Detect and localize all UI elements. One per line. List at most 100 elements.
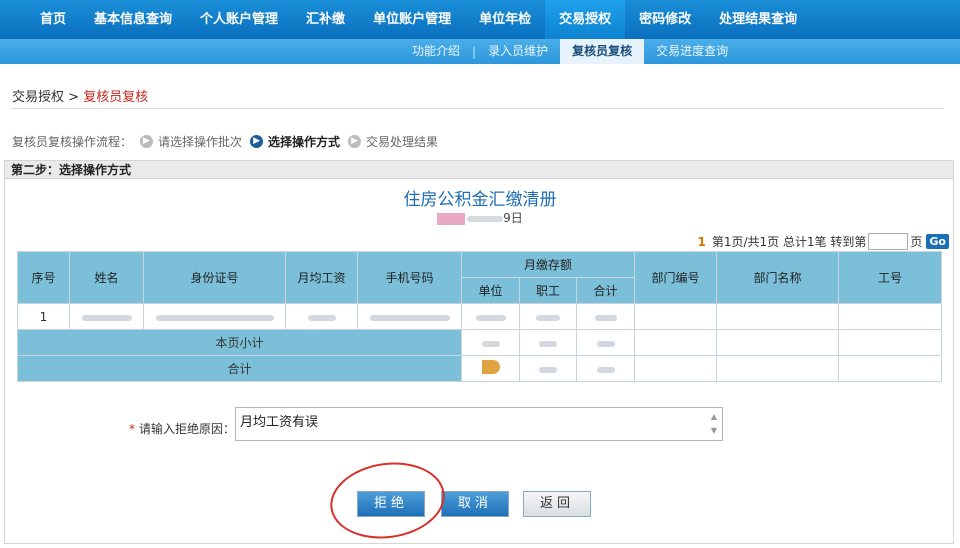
top-navigation: 首页 基本信息查询 个人账户管理 汇补缴 单位账户管理 单位年检 交易授权 密码…: [0, 0, 960, 39]
nav-password[interactable]: 密码修改: [625, 0, 705, 39]
go-button[interactable]: Go: [926, 234, 949, 249]
subtotal-label: 本页小计: [17, 329, 462, 356]
cell-emp-no: [838, 303, 942, 330]
nav-unit-account[interactable]: 单位账户管理: [359, 0, 465, 39]
th-monthly: 月缴存额: [461, 251, 635, 278]
cell-salary: [285, 303, 358, 330]
page-unit: 页: [910, 235, 923, 249]
flow-step-2: 选择操作方式: [268, 135, 341, 149]
annotation-circle: [325, 455, 450, 546]
panel-title: 第二步：选择操作方式: [5, 161, 953, 179]
pager: 1 第1页/共1页 总计1笔 转到第 页 Go: [697, 233, 949, 250]
redacted: [307, 314, 336, 321]
redacted: [596, 366, 615, 373]
th-seq: 序号: [17, 251, 70, 304]
th-emp-no: 工号: [838, 251, 942, 304]
th-name: 姓名: [69, 251, 144, 304]
cell-unit: [461, 303, 520, 330]
cell-empty: [716, 355, 839, 382]
payment-table: 序号 姓名 身份证号 月均工资 手机号码 月缴存额 部门编号 部门名称 工号 单…: [17, 251, 942, 382]
document-title: 住房公积金汇缴清册: [403, 190, 557, 210]
arrow-icon: ▶: [348, 135, 362, 148]
subnav-entry-maintain[interactable]: 录入员维护: [476, 39, 560, 64]
total-label: 合计: [17, 355, 462, 382]
breadcrumb-current: 复核员复核: [83, 90, 149, 105]
cell-seq: 1: [17, 303, 70, 330]
operation-panel: 第二步：选择操作方式 住房公积金汇缴清册 9日 1 第1页/共1页 总计1笔 转…: [4, 160, 955, 546]
action-buttons: 拒绝 取消 返回: [5, 491, 955, 517]
cell-staff-total: [519, 355, 577, 382]
date-suffix: 9日: [503, 211, 523, 225]
reject-reason-row: * 请输入拒绝原因： 月均工资有误 ▲ ▼: [5, 407, 955, 441]
cell-id: [143, 303, 286, 330]
divider: [12, 108, 944, 109]
process-flow: 复核员复核操作流程： ▶ 请选择操作批次 ▶ 选择操作方式 ▶ 交易处理结果: [12, 133, 438, 150]
reason-value: 月均工资有误: [240, 415, 319, 430]
nav-transaction-auth[interactable]: 交易授权: [545, 0, 626, 39]
nav-supplement[interactable]: 汇补缴: [292, 0, 359, 39]
reason-textarea[interactable]: 月均工资有误 ▲ ▼: [235, 407, 723, 441]
breadcrumb-parent[interactable]: 交易授权: [12, 90, 64, 105]
nav-annual-check[interactable]: 单位年检: [465, 0, 545, 39]
redacted: [369, 314, 450, 321]
cell-total: [576, 303, 635, 330]
flow-step-1: 请选择操作批次: [158, 135, 243, 149]
th-phone: 手机号码: [357, 251, 462, 304]
cell-empty: [634, 329, 717, 356]
subnav-progress[interactable]: 交易进度查询: [644, 39, 740, 64]
subnav-intro[interactable]: 功能介绍: [400, 39, 472, 64]
cell-unit-total: [461, 355, 520, 382]
required-mark: *: [129, 422, 135, 436]
sub-navigation: 功能介绍 | 录入员维护 复核员复核 交易进度查询: [0, 39, 960, 64]
cancel-button[interactable]: 取消: [441, 491, 509, 517]
cell-empty: [838, 355, 942, 382]
redacted: [481, 340, 500, 347]
arrow-icon: ▶: [140, 135, 154, 148]
th-staff: 职工: [519, 277, 577, 304]
flow-label: 复核员复核操作流程：: [12, 135, 133, 149]
cell-name: [69, 303, 144, 330]
subtotal-row: 本页小计: [17, 329, 942, 356]
th-unit: 单位: [461, 277, 520, 304]
total-row: 合计: [17, 355, 942, 382]
nav-personal-account[interactable]: 个人账户管理: [186, 0, 292, 39]
scrollbar[interactable]: ▲ ▼: [708, 410, 720, 438]
arrow-icon: ▶: [250, 135, 264, 148]
redacted-mark: [481, 360, 500, 374]
cell-unit-sub: [461, 329, 520, 356]
nav-home[interactable]: 首页: [0, 0, 80, 39]
th-salary: 月均工资: [285, 251, 358, 304]
cell-total-total: [576, 355, 635, 382]
cell-empty: [716, 329, 839, 356]
cell-phone: [357, 303, 462, 330]
cell-staff-sub: [519, 329, 577, 356]
reason-label-text: 请输入拒绝原因：: [139, 422, 236, 436]
breadcrumb: 交易授权 > 复核员复核: [12, 86, 148, 105]
th-dept-no: 部门编号: [634, 251, 717, 304]
nav-basic-info[interactable]: 基本信息查询: [80, 0, 186, 39]
redacted-date: [467, 215, 504, 222]
redacted-mark: [437, 212, 466, 225]
cell-dept-no: [634, 303, 717, 330]
cell-staff: [519, 303, 577, 330]
cell-empty: [838, 329, 942, 356]
back-button[interactable]: 返回: [523, 491, 591, 517]
redacted: [594, 314, 617, 321]
redacted: [539, 366, 557, 373]
redacted: [475, 314, 506, 321]
cell-total-sub: [576, 329, 635, 356]
flow-step-3: 交易处理结果: [366, 135, 439, 149]
cell-empty: [634, 355, 717, 382]
breadcrumb-separator: >: [68, 90, 80, 105]
page-number: 1: [697, 234, 706, 249]
page-jump-input[interactable]: [868, 233, 909, 250]
redacted: [81, 314, 132, 321]
th-total: 合计: [576, 277, 635, 304]
th-dept-name: 部门名称: [716, 251, 839, 304]
reason-label: * 请输入拒绝原因：: [129, 420, 235, 437]
cell-dept-name: [716, 303, 839, 330]
redacted: [536, 314, 560, 321]
redacted: [539, 340, 557, 347]
subnav-reviewer[interactable]: 复核员复核: [560, 39, 645, 64]
nav-results[interactable]: 处理结果查询: [705, 0, 811, 39]
